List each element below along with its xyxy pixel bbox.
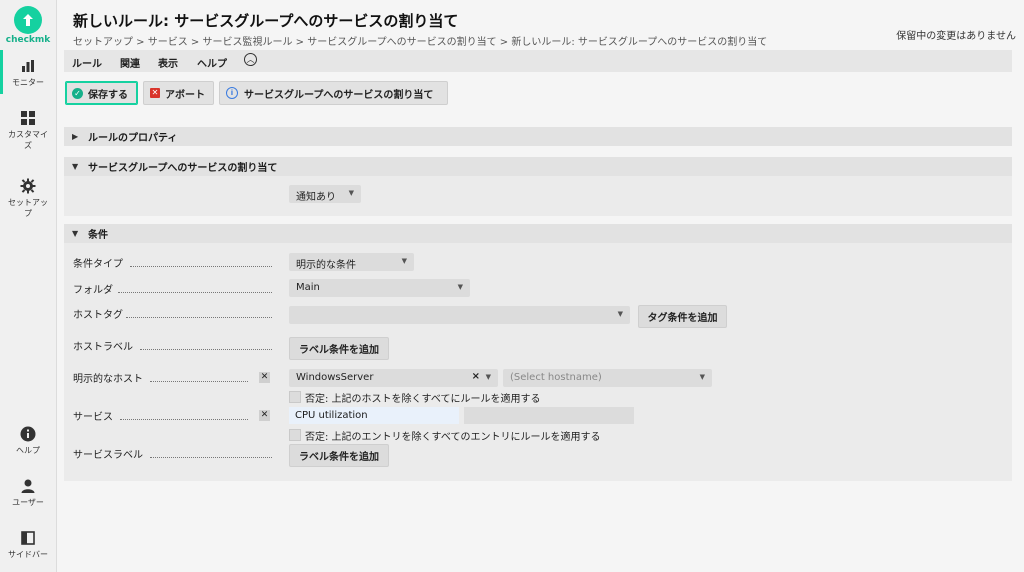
dotted-leader <box>118 291 272 293</box>
save-button[interactable]: ✓ 保存する <box>65 81 138 105</box>
host-labels-label: ホストラベル <box>73 342 133 353</box>
sidebar: checkmk モニター カスタマイズ セットアップ ヘルプ ユーザー サイドバ… <box>0 0 57 572</box>
checkmk-logo[interactable] <box>14 6 42 34</box>
negate-hosts-text: 否定: 上記のホストを除くすべてにルールを適用する <box>305 394 541 405</box>
save-label: 保存する <box>88 89 128 101</box>
dotted-leader <box>150 380 248 382</box>
ruleset-help-label: サービスグループへのサービスの割り当て <box>244 89 434 101</box>
dotted-leader <box>126 316 272 318</box>
clear-icon[interactable]: × <box>472 371 480 382</box>
negate-services-text: 否定: 上記のエントリを除くすべてのエントリにルールを適用する <box>305 432 601 443</box>
host-placeholder: (Select hostname) <box>510 372 602 383</box>
menu-related[interactable]: 関連 <box>120 55 140 70</box>
check-icon: ✓ <box>72 87 83 99</box>
chevron-down-icon: ▼ <box>457 283 463 291</box>
dotted-leader <box>130 265 272 267</box>
sidebar-item-user[interactable]: ユーザー <box>0 478 56 508</box>
dotted-leader <box>140 348 272 350</box>
explicit-hosts-label: 明示的なホスト <box>73 374 143 385</box>
chevron-down-icon: ▼ <box>617 310 623 318</box>
abort-button[interactable]: ✕ アボート <box>143 81 214 105</box>
sidebar-icon <box>21 531 35 545</box>
condition-type-label: 条件タイプ <box>73 259 123 270</box>
sidebar-item-label: サイドバー <box>8 550 48 559</box>
section-rule-properties[interactable]: ▶ ルールのプロパティ <box>64 127 1012 146</box>
menu-bar: ルール 関連 表示 ヘルプ ︿ <box>64 50 1012 72</box>
service-input-empty[interactable] <box>464 407 634 424</box>
breadcrumb[interactable]: セットアップ > サービス > サービス監視ルール > サービスグループへのサー… <box>73 33 767 48</box>
conditions-body <box>64 243 1012 481</box>
arrow-up-icon <box>23 14 33 26</box>
sidebar-item-label: カスタマイズ <box>8 130 48 150</box>
condition-type-select[interactable]: 明示的な条件 ▼ <box>289 253 414 271</box>
sidebar-item-help[interactable]: ヘルプ <box>0 426 56 456</box>
section-title: ルールのプロパティ <box>88 133 178 144</box>
negate-hosts-checkbox[interactable] <box>289 391 301 403</box>
bar-chart-icon <box>22 60 34 72</box>
host-tags-label: ホストタグ <box>73 310 123 321</box>
menu-help[interactable]: ヘルプ <box>197 55 227 70</box>
section-title: 条件 <box>88 230 108 241</box>
service-labels-label: サービスラベル <box>73 450 143 461</box>
negate-services-checkbox[interactable] <box>289 429 301 441</box>
add-tag-condition-button[interactable]: タグ条件を追加 <box>638 305 727 328</box>
grid-icon <box>21 111 35 125</box>
condition-type-value: 明示的な条件 <box>296 260 356 271</box>
chevron-up-icon[interactable]: ︿ <box>244 53 257 66</box>
add-service-label-condition-button[interactable]: ラベル条件を追加 <box>289 444 389 467</box>
service-input[interactable]: CPU utilization <box>289 407 459 424</box>
sidebar-item-label: セットアップ <box>8 198 48 218</box>
services-label: サービス <box>73 412 113 423</box>
collapse-triangle-icon: ▼ <box>72 229 79 238</box>
chevron-down-icon: ▼ <box>348 189 354 197</box>
pending-changes[interactable]: 保留中の変更はありません <box>896 27 1016 42</box>
page-title: 新しいルール: サービスグループへのサービスの割り当て <box>73 12 459 30</box>
servicegroup-select[interactable]: 通知あり ▼ <box>289 185 361 203</box>
section-assignment[interactable]: ▼ サービスグループへのサービスの割り当て <box>64 157 1012 176</box>
sidebar-item-customize[interactable]: カスタマイズ <box>0 110 56 151</box>
menu-rules[interactable]: ルール <box>72 55 102 70</box>
host-select[interactable]: WindowsServer × ▼ <box>289 369 498 387</box>
chevron-down-icon: ▼ <box>485 373 491 381</box>
info-icon <box>20 426 36 442</box>
chevron-down-icon: ▼ <box>401 257 407 265</box>
add-host-label-condition-button[interactable]: ラベル条件を追加 <box>289 337 389 360</box>
menu-display[interactable]: 表示 <box>158 55 178 70</box>
servicegroup-value: 通知あり <box>296 192 336 203</box>
user-icon <box>21 479 35 493</box>
remove-services-icon[interactable]: ✕ <box>259 410 270 421</box>
sidebar-item-setup[interactable]: セットアップ <box>0 178 56 219</box>
folder-value: Main <box>296 282 320 293</box>
host-tag-select[interactable]: ▼ <box>289 306 630 324</box>
host-select-empty[interactable]: (Select hostname) ▼ <box>503 369 712 387</box>
expand-triangle-icon: ▶ <box>72 132 79 141</box>
sidebar-item-sidebar[interactable]: サイドバー <box>0 530 56 560</box>
sidebar-item-label: モニター <box>12 78 44 87</box>
collapse-triangle-icon: ▼ <box>72 162 79 171</box>
assignment-body <box>64 176 1012 216</box>
folder-label: フォルダ <box>73 285 113 296</box>
host-value: WindowsServer <box>296 372 374 383</box>
section-conditions[interactable]: ▼ 条件 <box>64 224 1012 243</box>
remove-explicit-hosts-icon[interactable]: ✕ <box>259 372 270 383</box>
sidebar-item-monitor[interactable]: モニター <box>0 58 56 88</box>
close-icon: ✕ <box>150 88 160 98</box>
info-icon: i <box>226 87 238 99</box>
gear-icon <box>20 178 36 194</box>
dotted-leader <box>150 456 272 458</box>
folder-select[interactable]: Main ▼ <box>289 279 470 297</box>
sidebar-item-label: ユーザー <box>12 498 44 507</box>
sidebar-item-label: ヘルプ <box>16 446 40 455</box>
section-title: サービスグループへのサービスの割り当て <box>88 163 278 174</box>
chevron-down-icon: ▼ <box>699 373 705 381</box>
abort-label: アボート <box>165 89 205 101</box>
logo-text: checkmk <box>5 35 51 45</box>
ruleset-help-button[interactable]: i サービスグループへのサービスの割り当て <box>219 81 448 105</box>
dotted-leader <box>120 418 248 420</box>
